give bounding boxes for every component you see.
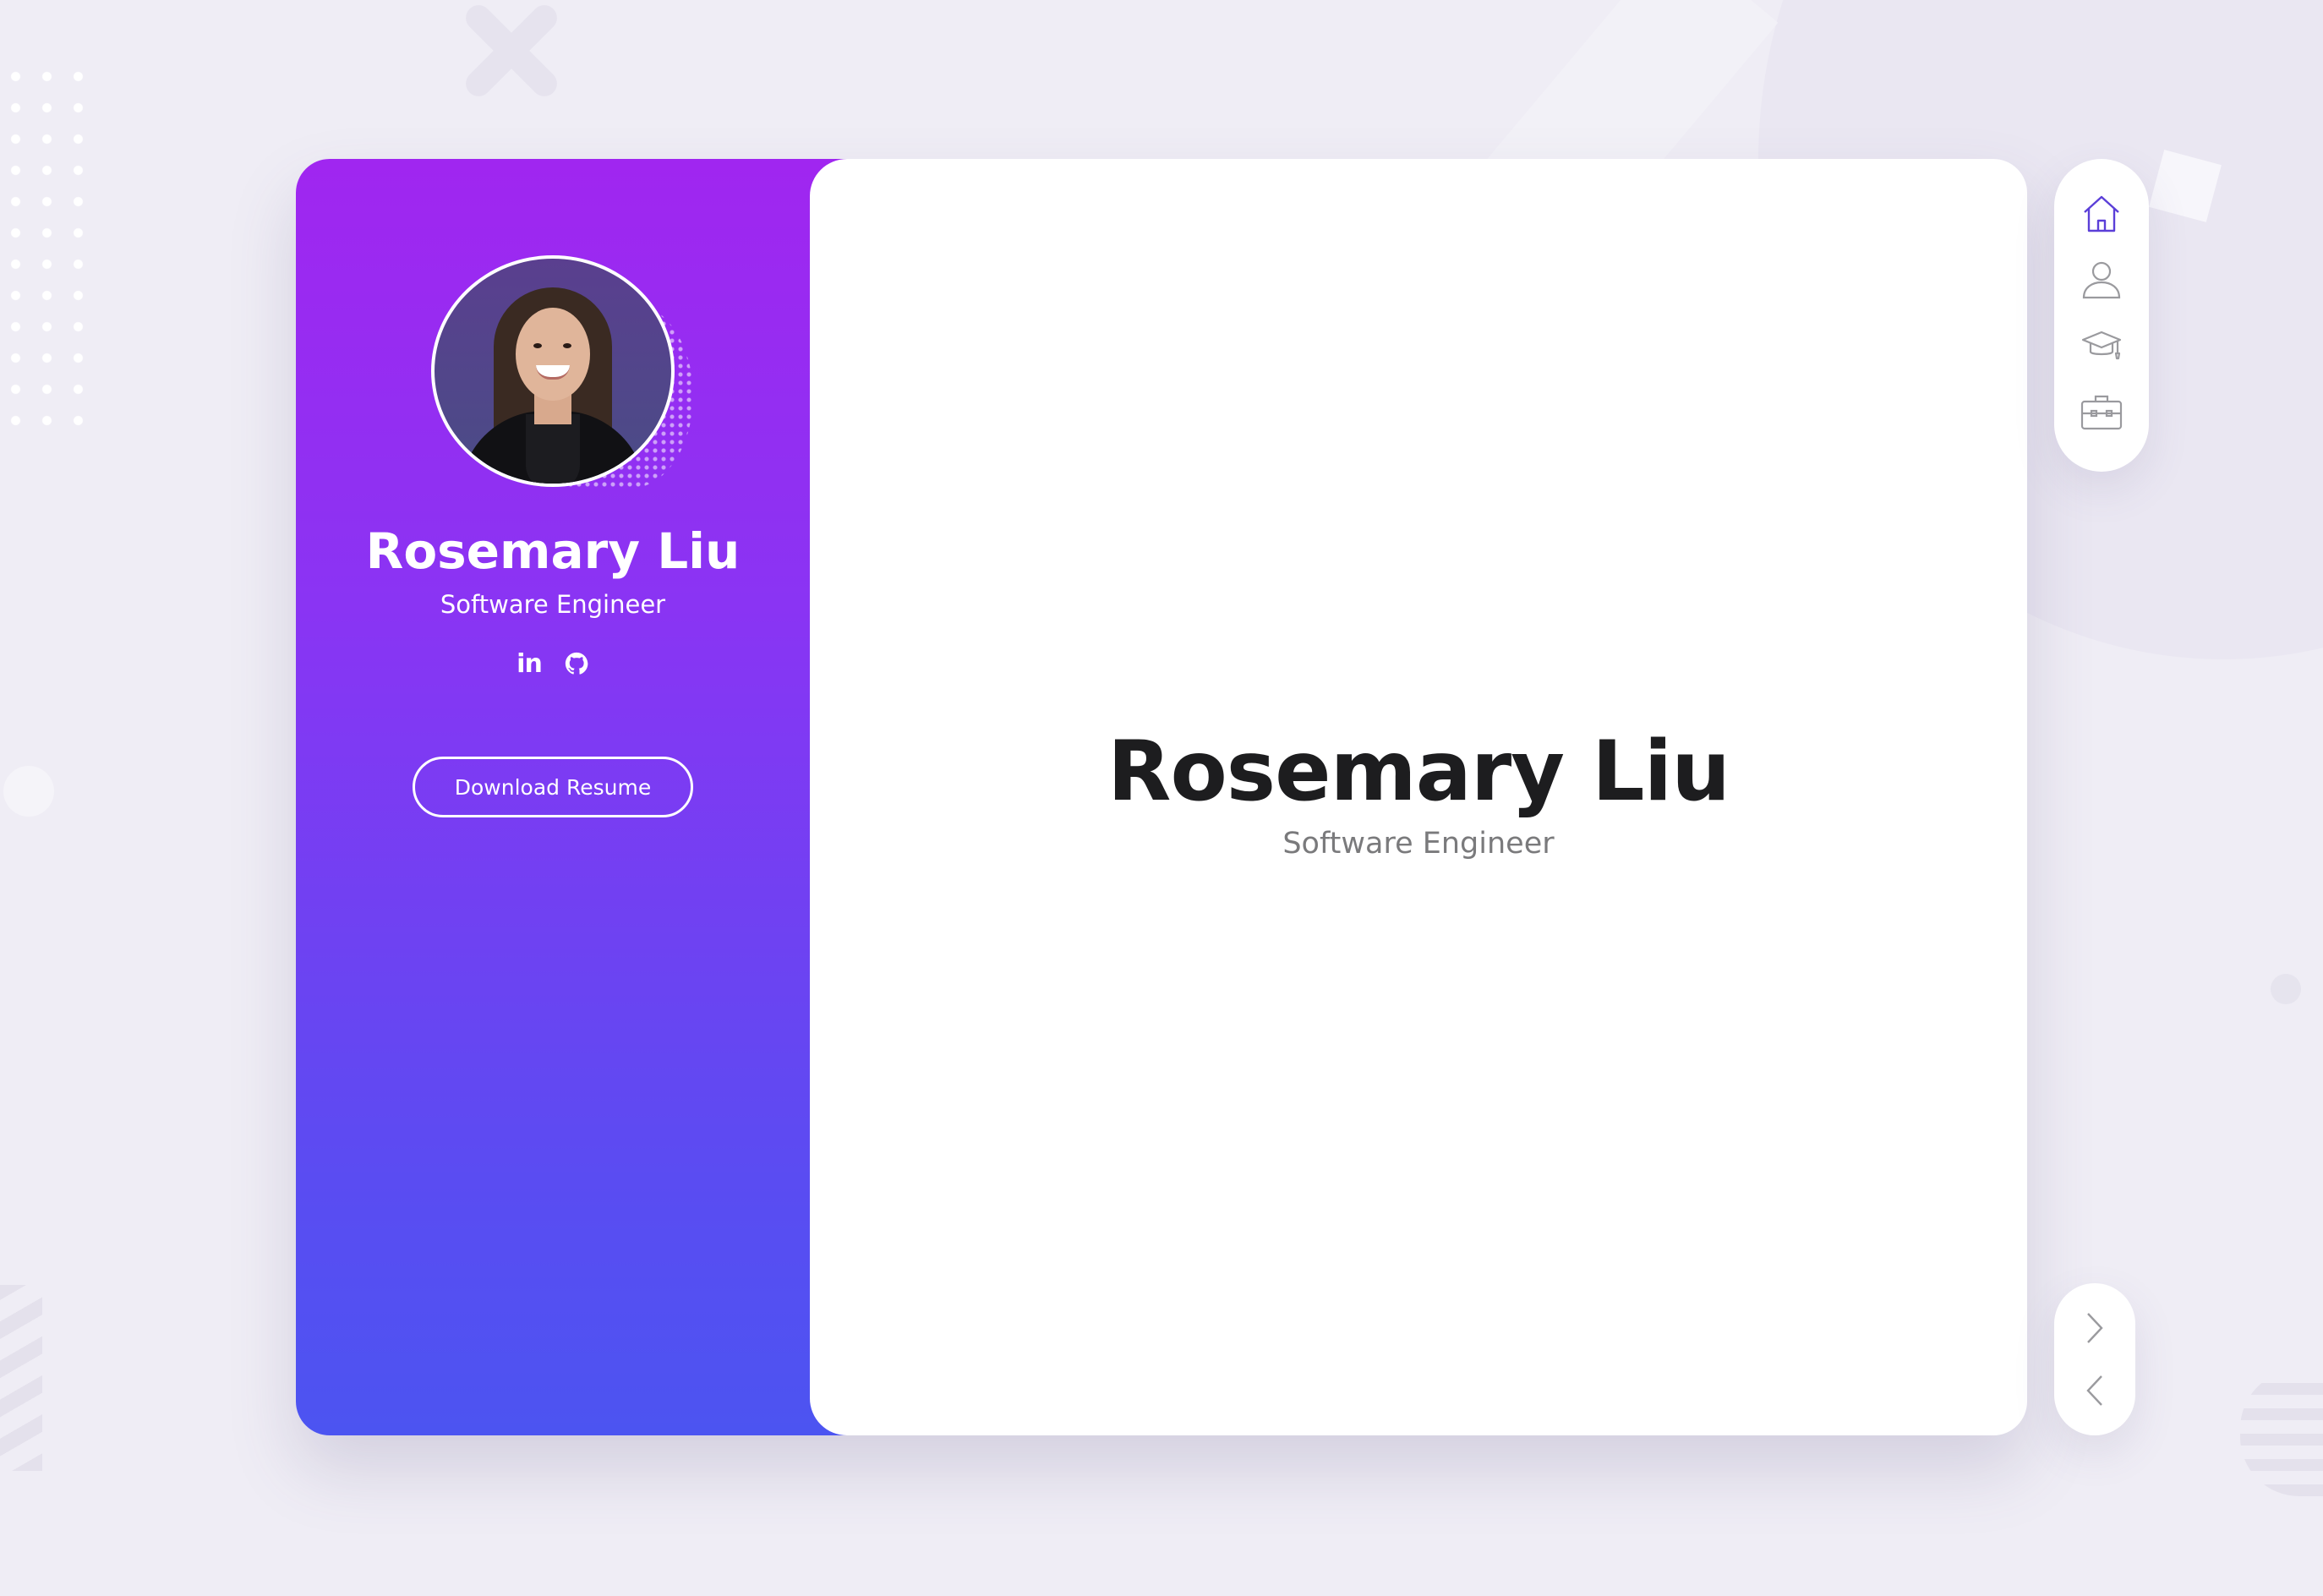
chevron-right-icon [2087, 1313, 2103, 1343]
background-circle [3, 766, 54, 817]
avatar [431, 255, 675, 487]
user-icon [2082, 261, 2121, 299]
profile-card: Rosemary Liu Software Engineer in Downlo… [296, 159, 2027, 1435]
background-dot-grid [0, 61, 85, 433]
page-subtitle: Software Engineer [1282, 827, 1555, 861]
download-resume-button[interactable]: Download Resume [413, 757, 693, 817]
graduation-cap-icon [2081, 331, 2122, 360]
sidebar-name: Rosemary Liu [365, 522, 741, 580]
nav-item-about[interactable] [2079, 259, 2124, 301]
home-icon [2084, 195, 2119, 232]
background-stripes [2240, 1369, 2323, 1496]
background-stripes [0, 1285, 42, 1471]
linkedin-icon: in [517, 648, 543, 679]
previous-button[interactable] [2078, 1371, 2112, 1410]
next-button[interactable] [2078, 1309, 2112, 1347]
github-icon [565, 652, 588, 675]
profile-sidebar: Rosemary Liu Software Engineer in Downlo… [296, 159, 854, 1435]
main-content: Rosemary Liu Software Engineer [810, 159, 2027, 1435]
section-nav [2054, 159, 2149, 472]
linkedin-link[interactable]: in [515, 648, 544, 679]
github-link[interactable] [562, 649, 591, 678]
background-circle [2271, 974, 2301, 1004]
social-links: in [296, 648, 810, 679]
nav-item-education[interactable] [2079, 325, 2124, 367]
sidebar-role: Software Engineer [440, 590, 666, 619]
nav-item-experience[interactable] [2079, 391, 2124, 433]
page-arrows [2054, 1283, 2135, 1435]
page-title: Rosemary Liu [1107, 724, 1730, 820]
briefcase-icon [2080, 395, 2123, 430]
chevron-left-icon [2086, 1375, 2102, 1406]
nav-item-home[interactable] [2079, 193, 2124, 235]
